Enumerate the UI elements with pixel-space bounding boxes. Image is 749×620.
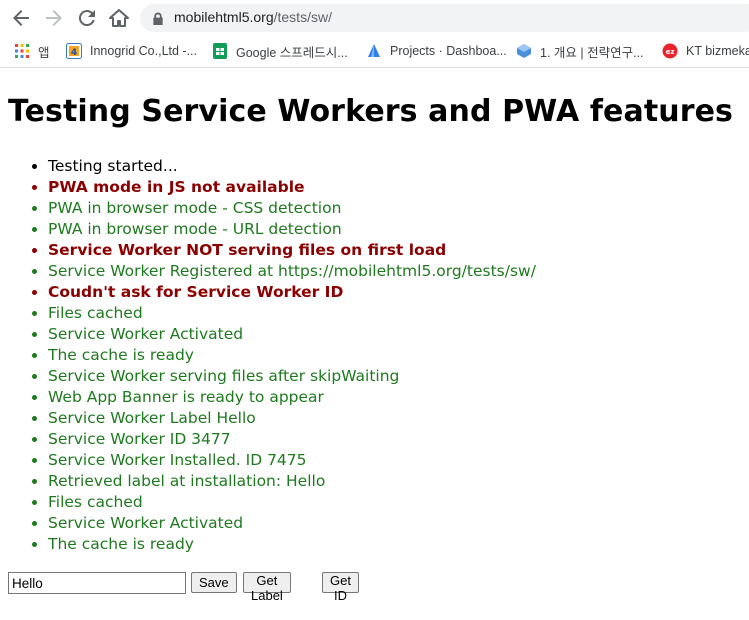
forward-arrow-icon: [46, 10, 62, 26]
bookmark-google-sheets[interactable]: Google 스프레드시...: [212, 41, 348, 61]
reload-button[interactable]: [75, 6, 99, 30]
apps-grid-icon: [15, 44, 29, 58]
bookmark-innogrid[interactable]: 4 Innogrid Co.,Ltd -...: [66, 41, 197, 61]
back-button[interactable]: [9, 6, 33, 30]
svg-text:4: 4: [71, 48, 77, 58]
log-item: Service Worker serving files after skipW…: [48, 366, 536, 387]
bookmark-label: 앱: [38, 45, 50, 60]
bookmark-label: Projects · Dashboa...: [390, 44, 507, 58]
home-button[interactable]: [107, 6, 131, 30]
log-item: Service Worker Label Hello: [48, 408, 536, 429]
google-sheets-icon: [213, 43, 227, 59]
log-item: PWA in browser mode - CSS detection: [48, 198, 536, 219]
log-item: PWA mode in JS not available: [48, 177, 536, 198]
get-id-button[interactable]: Get ID: [322, 572, 359, 603]
log-item: PWA in browser mode - URL detection: [48, 219, 536, 240]
bookmark-projects[interactable]: Projects · Dashboa...: [366, 41, 507, 61]
url-path: /tests/sw/: [273, 9, 332, 25]
log-item: Service Worker ID 3477: [48, 429, 536, 450]
log-item: Service Worker Activated: [48, 324, 536, 345]
reload-icon: [78, 10, 95, 27]
cube-icon: [517, 44, 531, 58]
page-title: Testing Service Workers and PWA features: [8, 94, 734, 129]
bookmark-apps[interactable]: 앱: [14, 41, 50, 61]
bookmark-kt-bizmeka[interactable]: ez KT bizmeka: [662, 41, 749, 61]
lock-icon: [153, 12, 163, 25]
log-item: Service Worker Installed. ID 7475: [48, 450, 536, 471]
log-item: Retrieved label at installation: Hello: [48, 471, 536, 492]
url-host: mobilehtml5.org: [174, 9, 274, 25]
get-label-button[interactable]: Get Label: [243, 572, 291, 603]
log-item: Service Worker Registered at https://mob…: [48, 261, 536, 282]
log-item: The cache is ready: [48, 534, 536, 555]
bookmarks-bar: 앱 4 Innogrid Co.,Ltd -... Google 스프레드시..…: [0, 36, 749, 68]
url-text: mobilehtml5.org/tests/sw/: [174, 9, 332, 25]
log-item: Service Worker Activated: [48, 513, 536, 534]
log-item: Files cached: [48, 303, 536, 324]
label-input[interactable]: [8, 572, 186, 594]
log-item: Files cached: [48, 492, 536, 513]
projects-icon: [368, 44, 380, 57]
bookmark-overview[interactable]: 1. 개요 | 전략연구...: [516, 41, 644, 61]
forward-button[interactable]: [42, 6, 66, 30]
log-item: Testing started...: [48, 156, 536, 177]
address-bar[interactable]: mobilehtml5.org/tests/sw/: [140, 4, 749, 32]
browser-toolbar: mobilehtml5.org/tests/sw/: [0, 0, 749, 36]
kt-bizmeka-icon: ez: [662, 43, 678, 59]
home-icon: [109, 9, 129, 27]
bookmark-label: Google 스프레드시...: [236, 45, 348, 60]
svg-text:ez: ez: [666, 48, 675, 56]
log-item: Service Worker NOT serving files on firs…: [48, 240, 536, 261]
back-arrow-icon: [13, 10, 29, 26]
bookmark-label: KT bizmeka: [686, 44, 749, 58]
save-button[interactable]: Save: [191, 572, 237, 593]
test-log-list: Testing started...PWA mode in JS not ava…: [8, 156, 536, 555]
bookmark-label: 1. 개요 | 전략연구...: [540, 45, 644, 60]
log-item: The cache is ready: [48, 345, 536, 366]
log-item: Coudn't ask for Service Worker ID: [48, 282, 536, 303]
bookmark-label: Innogrid Co.,Ltd -...: [90, 44, 198, 58]
innogrid-icon: 4: [66, 43, 82, 59]
log-item: Web App Banner is ready to appear: [48, 387, 536, 408]
